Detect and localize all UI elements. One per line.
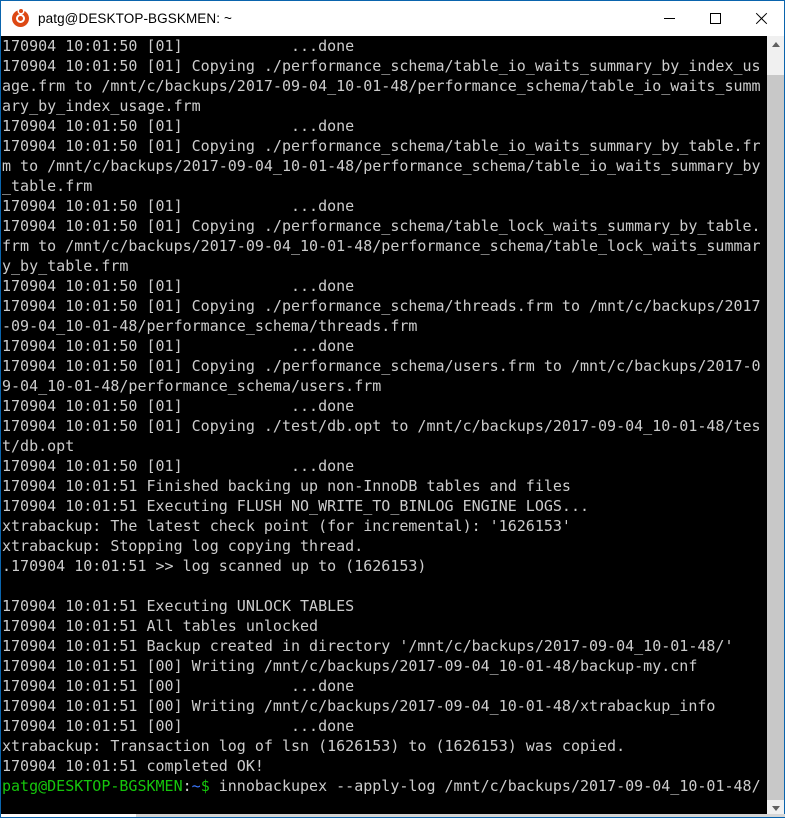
terminal-line: y_by_table.frm (2, 257, 129, 275)
terminal-line: 170904 10:01:50 [01] ...done (2, 337, 355, 355)
terminal-line: 170904 10:01:50 [01] Copying ./test/db.o… (2, 417, 761, 435)
terminal-body: 170904 10:01:50 [01] ...done 170904 10:01… (1, 36, 784, 817)
terminal-line: _table.frm (2, 177, 93, 195)
scrollbar-track[interactable] (767, 53, 784, 800)
window-controls (646, 1, 784, 35)
terminal-line: 170904 10:01:51 [00] ...done (2, 717, 355, 735)
terminal-line: 170904 10:01:51 Finished backing up non-… (2, 477, 571, 495)
terminal-line: 170904 10:01:50 [01] ...done (2, 197, 355, 215)
prompt-separator: : (182, 777, 192, 795)
terminal-line: 9-04_10-01-48/performance_schema/users.f… (2, 377, 382, 395)
terminal-line: 170904 10:01:51 Executing FLUSH NO_WRITE… (2, 497, 589, 515)
terminal-line: .170904 10:01:51 >> log scanned up to (1… (2, 557, 427, 575)
close-button[interactable] (738, 1, 784, 35)
scrollbar-thumb[interactable] (767, 75, 784, 800)
ubuntu-logo-icon (12, 8, 29, 27)
terminal-line: 170904 10:01:51 Executing UNLOCK TABLES (2, 597, 355, 615)
minimize-button[interactable] (646, 1, 692, 35)
prompt-path: ~ (191, 777, 201, 795)
prompt-dollar: $ (200, 777, 210, 795)
title-bar-left: patg@DESKTOP-BGSKMEN: ~ (1, 8, 232, 27)
maximize-icon (709, 12, 721, 24)
terminal-line: 170904 10:01:50 [01] Copying ./performan… (2, 297, 761, 315)
terminal-line: frm to /mnt/c/backups/2017-09-04_10-01-4… (2, 237, 761, 255)
terminal-line: ary_by_index_usage.frm (2, 97, 201, 115)
minimize-icon (663, 17, 675, 19)
title-bar[interactable]: patg@DESKTOP-BGSKMEN: ~ (1, 1, 784, 36)
terminal-line: 170904 10:01:50 [01] ...done (2, 397, 355, 415)
terminal-line: 170904 10:01:50 [01] Copying ./performan… (2, 57, 761, 75)
terminal-line: m to /mnt/c/backups/2017-09-04_10-01-48/… (2, 157, 761, 175)
terminal-line: xtrabackup: Transaction log of lsn (1626… (2, 737, 626, 755)
window-title: patg@DESKTOP-BGSKMEN: ~ (38, 10, 232, 26)
terminal-line: 170904 10:01:51 All tables unlocked (2, 617, 319, 635)
terminal-line: 170904 10:01:51 [00] ...done (2, 677, 355, 695)
chevron-down-icon (771, 806, 780, 811)
prompt-user-host: patg@DESKTOP-BGSKMEN (2, 777, 183, 795)
scroll-up-button[interactable] (767, 36, 784, 53)
window-bottom-strip (1, 814, 785, 817)
terminal-line: 170904 10:01:51 [00] Writing /mnt/c/back… (2, 657, 698, 675)
vertical-scrollbar[interactable] (766, 36, 784, 817)
close-icon (755, 12, 768, 25)
terminal-line: 170904 10:01:51 [00] Writing /mnt/c/back… (2, 697, 716, 715)
prompt-command: innobackupex --apply-log /mnt/c/backups/… (209, 777, 761, 795)
window-bottom-accent (1, 814, 136, 817)
chevron-up-icon (771, 42, 780, 47)
terminal-line: 170904 10:01:50 [01] ...done (2, 117, 355, 135)
terminal-line: 170904 10:01:50 [01] Copying ./performan… (2, 217, 761, 235)
terminal-line: xtrabackup: The latest check point (for … (2, 517, 571, 535)
terminal-line: 170904 10:01:50 [01] ...done (2, 37, 355, 55)
terminal-line: 170904 10:01:51 completed OK! (2, 757, 264, 775)
terminal-window: patg@DESKTOP-BGSKMEN: ~ 170904 10:01:50 … (0, 0, 785, 818)
terminal-line: 170904 10:01:50 [01] Copying ./performan… (2, 137, 761, 155)
terminal-line: 170904 10:01:50 [01] Copying ./performan… (2, 357, 761, 375)
terminal-line: xtrabackup: Stopping log copying thread. (2, 537, 364, 555)
terminal-output[interactable]: 170904 10:01:50 [01] ...done 170904 10:01… (1, 36, 766, 817)
terminal-prompt-line[interactable]: patg@DESKTOP-BGSKMEN:~$ innobackupex --a… (2, 776, 766, 796)
terminal-line: age.frm to /mnt/c/backups/2017-09-04_10-… (2, 77, 761, 95)
maximize-button[interactable] (692, 1, 738, 35)
terminal-line: 170904 10:01:50 [01] ...done (2, 277, 355, 295)
terminal-line: t/db.opt (2, 437, 75, 455)
terminal-line: 170904 10:01:50 [01] ...done (2, 457, 355, 475)
terminal-line: -09-04_10-01-48/performance_schema/threa… (2, 317, 418, 335)
terminal-line: 170904 10:01:51 Backup created in direct… (2, 637, 734, 655)
